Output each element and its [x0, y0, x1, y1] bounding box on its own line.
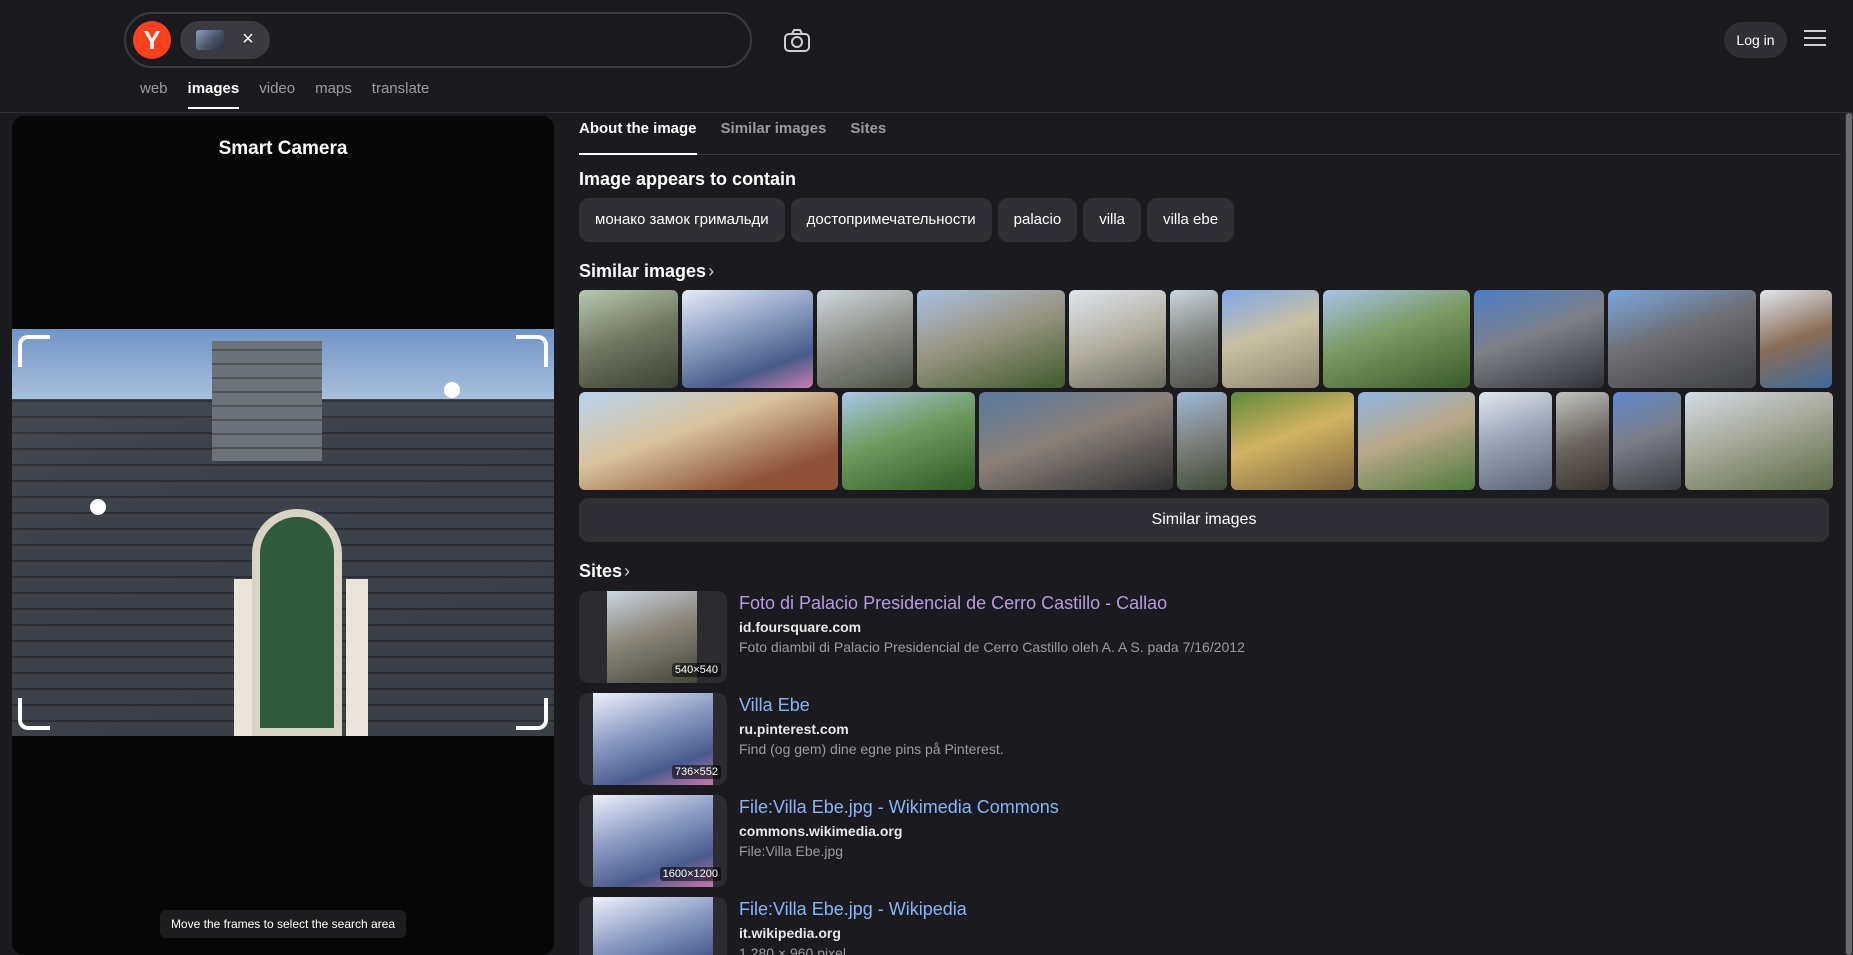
- site-title-link[interactable]: File:Villa Ebe.jpg - Wikimedia Commons: [739, 797, 1059, 818]
- smart-camera-title: Smart Camera: [218, 138, 348, 159]
- similar-image-thumbnail[interactable]: [1177, 392, 1227, 490]
- image-size-badge: 540×540: [671, 663, 721, 677]
- similar-image-thumbnail[interactable]: [682, 290, 813, 388]
- region-dot[interactable]: [444, 382, 460, 398]
- similar-image-thumbnail[interactable]: [1760, 290, 1832, 388]
- tab-sites[interactable]: Sites: [850, 113, 886, 155]
- query-photo[interactable]: [12, 329, 554, 736]
- similar-image-thumbnail[interactable]: [817, 290, 913, 388]
- site-domain[interactable]: ru.pinterest.com: [739, 721, 849, 737]
- scrollbar-thumb[interactable]: [1846, 113, 1852, 955]
- tag-chip[interactable]: достопримечательности: [790, 198, 992, 242]
- similar-image-thumbnail[interactable]: [1608, 290, 1756, 388]
- site-result[interactable]: 1600×1200 File:Villa Ebe.jpg - Wikimedia…: [579, 795, 1829, 887]
- menu-icon[interactable]: [1804, 30, 1826, 48]
- header: Y × Log in web images video maps transla…: [0, 0, 1853, 113]
- tab-translate[interactable]: translate: [372, 80, 430, 109]
- similar-image-thumbnail[interactable]: [1479, 392, 1552, 490]
- yandex-logo[interactable]: Y: [133, 21, 171, 59]
- smart-camera-panel: Smart Camera Move the frames to select t…: [12, 116, 554, 955]
- image-size-badge: 1600×1200: [659, 867, 721, 881]
- similar-image-thumbnail[interactable]: [842, 392, 975, 490]
- site-thumbnail[interactable]: 540×540: [579, 591, 727, 683]
- tab-maps[interactable]: maps: [315, 80, 352, 109]
- site-result[interactable]: File:Villa Ebe.jpg - Wikipedia it.wikipe…: [579, 897, 1829, 955]
- tab-web[interactable]: web: [140, 80, 168, 109]
- site-description: 1 280 × 960 pixel: [739, 945, 847, 955]
- similar-images-heading-label: Similar images: [579, 261, 707, 281]
- similar-image-thumbnail[interactable]: [1231, 392, 1354, 490]
- search-image-thumbnail: [196, 30, 224, 50]
- similar-image-thumbnail[interactable]: [1222, 290, 1319, 388]
- site-domain[interactable]: commons.wikimedia.org: [739, 823, 902, 839]
- similar-images-row-1: [579, 290, 1832, 388]
- photo-tower: [212, 341, 322, 461]
- crop-handle-top-left[interactable]: [18, 335, 50, 367]
- search-type-tabs: web images video maps translate: [140, 80, 449, 109]
- similar-images-heading[interactable]: Similar images ›: [579, 261, 714, 282]
- crop-handle-bottom-right[interactable]: [516, 698, 548, 730]
- result-tabs: About the image Similar images Sites: [579, 113, 1841, 155]
- tag-chip[interactable]: villa ebe: [1147, 198, 1235, 242]
- similar-image-thumbnail[interactable]: [1556, 392, 1609, 490]
- similar-image-thumbnail[interactable]: [579, 290, 678, 388]
- similar-image-thumbnail[interactable]: [1170, 290, 1218, 388]
- tag-chip[interactable]: palacio: [997, 198, 1078, 242]
- site-thumbnail[interactable]: 736×552: [579, 693, 727, 785]
- similar-image-thumbnail[interactable]: [579, 392, 838, 490]
- photo-column-right: [346, 579, 368, 736]
- similar-image-thumbnail[interactable]: [1613, 392, 1681, 490]
- photo-door: [252, 509, 342, 736]
- site-description: File:Villa Ebe.jpg: [739, 843, 844, 859]
- tag-chip[interactable]: монако замок гримальди: [579, 198, 785, 242]
- site-image: [593, 897, 713, 955]
- results-panel: About the image Similar images Sites Ima…: [567, 113, 1853, 955]
- similar-image-thumbnail[interactable]: [917, 290, 1065, 388]
- similar-images-row-2: [579, 392, 1833, 490]
- tab-images[interactable]: images: [187, 80, 240, 109]
- search-image-chip[interactable]: ×: [180, 21, 270, 59]
- similar-images-button[interactable]: Similar images: [579, 498, 1829, 542]
- contains-title: Image appears to contain: [579, 169, 797, 189]
- crop-handle-bottom-left[interactable]: [18, 698, 50, 730]
- tag-chip[interactable]: villa: [1083, 198, 1142, 242]
- site-thumbnail[interactable]: 1600×1200: [579, 795, 727, 887]
- tag-list: монако замок гримальди достопримечательн…: [579, 198, 1235, 242]
- similar-image-thumbnail[interactable]: [1685, 392, 1833, 490]
- site-domain[interactable]: it.wikipedia.org: [739, 925, 841, 941]
- similar-image-thumbnail[interactable]: [1069, 290, 1166, 388]
- site-result[interactable]: 540×540 Foto di Palacio Presidencial de …: [579, 591, 1829, 683]
- similar-image-thumbnail[interactable]: [979, 392, 1173, 490]
- site-result[interactable]: 736×552 Villa Ebe ru.pinterest.com Find …: [579, 693, 1829, 785]
- sites-heading[interactable]: Sites ›: [579, 561, 630, 582]
- search-box[interactable]: Y ×: [124, 12, 752, 68]
- tab-video[interactable]: video: [259, 80, 295, 109]
- close-icon[interactable]: ×: [238, 29, 258, 49]
- crop-handle-top-right[interactable]: [516, 335, 548, 367]
- region-dot[interactable]: [90, 499, 106, 515]
- chevron-right-icon: ›: [624, 561, 631, 581]
- site-description: Foto diambil di Palacio Presidencial de …: [739, 639, 1245, 655]
- site-thumbnail[interactable]: [579, 897, 727, 955]
- site-title-link[interactable]: Foto di Palacio Presidencial de Cerro Ca…: [739, 593, 1167, 614]
- site-description: Find (og gem) dine egne pins på Pinteres…: [739, 741, 1004, 757]
- login-button[interactable]: Log in: [1724, 22, 1787, 58]
- tab-about-image[interactable]: About the image: [579, 113, 697, 155]
- similar-image-thumbnail[interactable]: [1323, 290, 1470, 388]
- sites-heading-label: Sites: [579, 561, 623, 581]
- site-title-link[interactable]: File:Villa Ebe.jpg - Wikipedia: [739, 899, 967, 920]
- image-size-badge: 736×552: [671, 765, 721, 779]
- similar-image-thumbnail[interactable]: [1358, 392, 1475, 490]
- smart-camera-hint: Move the frames to select the search are…: [160, 910, 406, 938]
- camera-icon[interactable]: [782, 26, 812, 56]
- tab-similar-images[interactable]: Similar images: [721, 113, 827, 155]
- chevron-right-icon: ›: [708, 261, 715, 281]
- similar-image-thumbnail[interactable]: [1474, 290, 1604, 388]
- site-title-link[interactable]: Villa Ebe: [739, 695, 810, 716]
- site-domain[interactable]: id.foursquare.com: [739, 619, 861, 635]
- page-scrollbar[interactable]: [1845, 113, 1853, 955]
